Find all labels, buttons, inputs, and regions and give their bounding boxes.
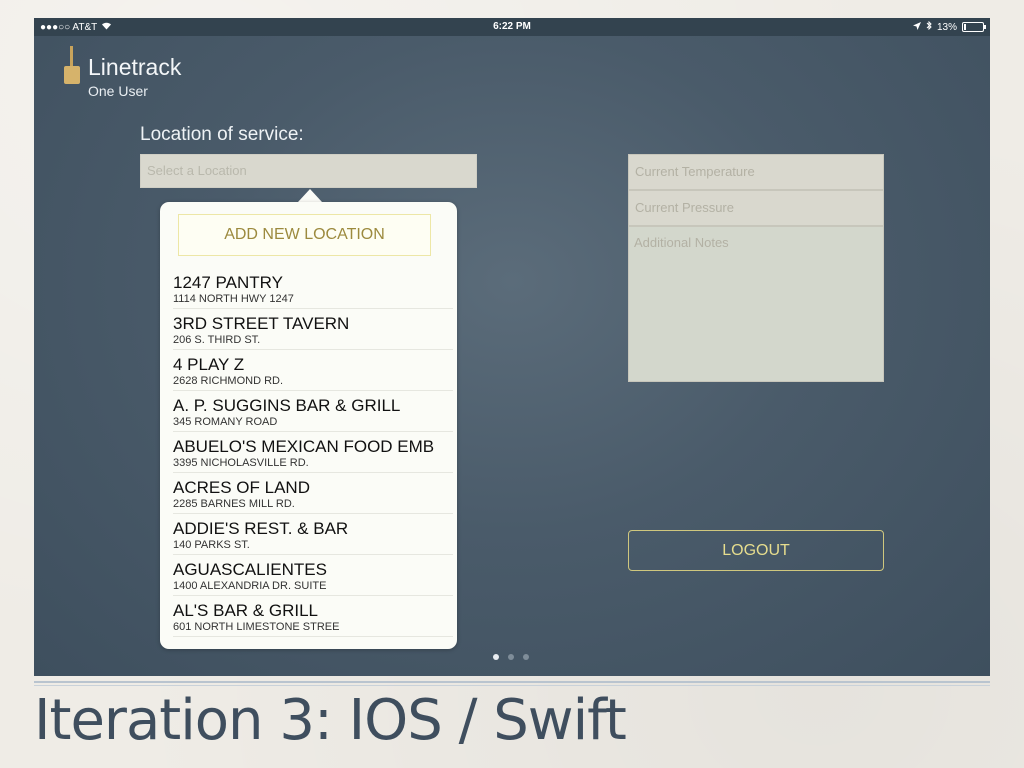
location-address: 3395 NICHOLASVILLE RD. xyxy=(173,457,309,469)
location-name: 4 PLAY Z xyxy=(173,355,245,374)
location-name: 3RD STREET TAVERN xyxy=(173,314,350,333)
user-label: One User xyxy=(88,83,148,99)
location-popover: ADD NEW LOCATION 1247 PANTRY 1114 NORTH … xyxy=(160,202,457,649)
location-list: 1247 PANTRY 1114 NORTH HWY 1247 3RD STRE… xyxy=(160,268,457,637)
linetrack-logo xyxy=(64,46,80,86)
divider xyxy=(34,685,990,686)
location-arrow-icon xyxy=(912,21,921,33)
slide-caption: Iteration 3: IOS / Swift xyxy=(34,688,627,753)
list-item[interactable]: ABUELO'S MEXICAN FOOD EMB 3395 NICHOLASV… xyxy=(173,432,453,473)
bluetooth-icon xyxy=(926,20,932,33)
page-dot-3[interactable] xyxy=(523,654,529,660)
page-dot-2[interactable] xyxy=(508,654,514,660)
popover-arrow xyxy=(298,189,322,202)
list-item[interactable]: ADDIE'S REST. & BAR 140 PARKS ST. xyxy=(173,514,453,555)
location-name: ACRES OF LAND xyxy=(173,478,310,497)
add-new-location-button[interactable]: ADD NEW LOCATION xyxy=(178,214,431,256)
list-item[interactable]: AL'S BAR & GRILL 601 NORTH LIMESTONE STR… xyxy=(173,596,453,637)
location-name: A. P. SUGGINS BAR & GRILL xyxy=(173,396,401,415)
divider xyxy=(34,681,990,683)
list-item[interactable]: AGUASCALIENTES 1400 ALEXANDRIA DR. SUITE xyxy=(173,555,453,596)
pressure-field[interactable]: Current Pressure xyxy=(628,190,884,226)
location-name: ABUELO'S MEXICAN FOOD EMB xyxy=(173,437,435,456)
location-select[interactable]: Select a Location xyxy=(140,154,477,188)
location-label: Location of service: xyxy=(140,124,304,145)
notes-field[interactable]: Additional Notes xyxy=(628,226,884,382)
battery-percent: 13% xyxy=(936,21,957,33)
location-address: 345 ROMANY ROAD xyxy=(173,416,278,428)
list-item[interactable]: ACRES OF LAND 2285 BARNES MILL RD. xyxy=(173,473,453,514)
location-address: 1400 ALEXANDRIA DR. SUITE xyxy=(173,580,327,592)
temperature-field[interactable]: Current Temperature xyxy=(628,154,884,190)
list-item[interactable]: 3RD STREET TAVERN 206 S. THIRD ST. xyxy=(173,309,453,350)
page-dot-1[interactable] xyxy=(493,654,499,660)
app-title: Linetrack xyxy=(88,54,182,80)
list-item[interactable]: A. P. SUGGINS BAR & GRILL 345 ROMANY ROA… xyxy=(173,391,453,432)
ipad-screen: ●●●○○ AT&T 6:22 PM 13% Linetrack One Use… xyxy=(34,18,990,676)
location-name: 1247 PANTRY xyxy=(173,273,283,292)
page-control[interactable] xyxy=(493,654,529,660)
battery-icon xyxy=(962,22,986,32)
location-address: 2285 BARNES MILL RD. xyxy=(173,498,295,510)
location-address: 206 S. THIRD ST. xyxy=(173,334,261,346)
location-name: AL'S BAR & GRILL xyxy=(173,601,318,620)
status-time: 6:22 PM xyxy=(493,21,531,32)
list-item[interactable]: 1247 PANTRY 1114 NORTH HWY 1247 xyxy=(173,268,453,309)
logout-button[interactable]: LOGOUT xyxy=(628,530,884,571)
location-address: 140 PARKS ST. xyxy=(173,539,250,551)
location-name: AGUASCALIENTES xyxy=(173,560,327,579)
status-bar: ●●●○○ AT&T 6:22 PM 13% xyxy=(34,18,990,36)
list-item[interactable]: 4 PLAY Z 2628 RICHMOND RD. xyxy=(173,350,453,391)
location-name: ADDIE'S REST. & BAR xyxy=(173,519,349,538)
location-address: 601 NORTH LIMESTONE STREE xyxy=(173,621,340,633)
location-address: 1114 NORTH HWY 1247 xyxy=(173,293,294,305)
location-address: 2628 RICHMOND RD. xyxy=(173,375,284,387)
